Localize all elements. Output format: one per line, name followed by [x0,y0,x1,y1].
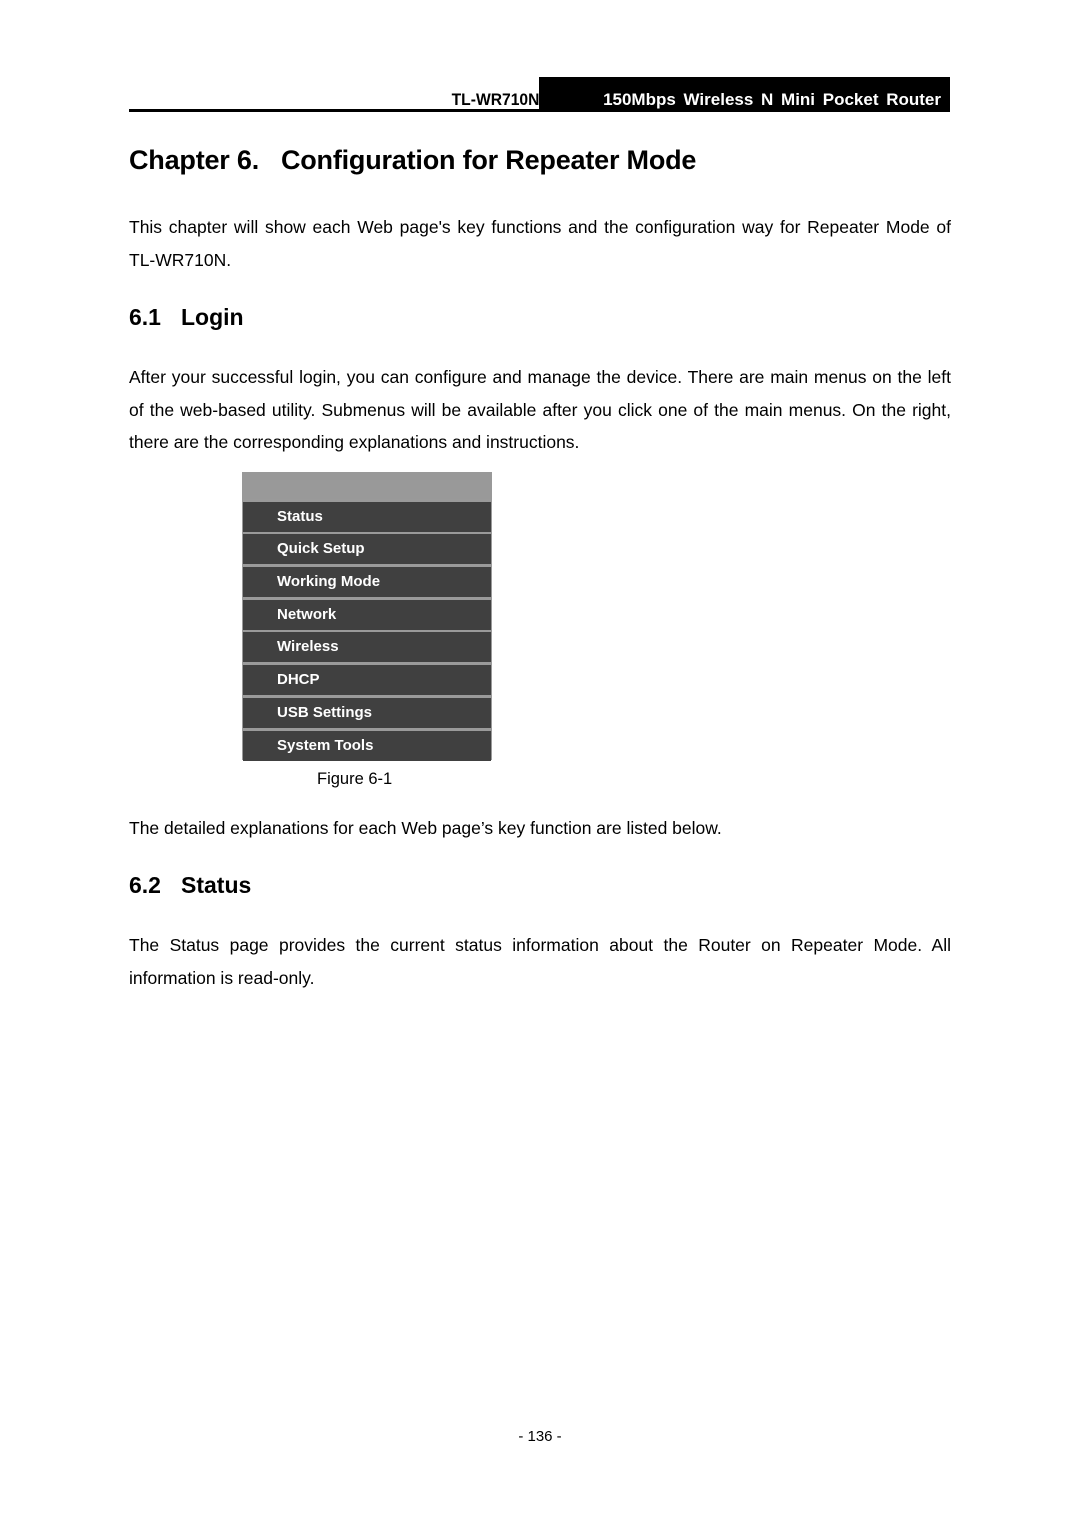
status-paragraph: The Status page provides the current sta… [129,935,951,988]
page-header: TL-WR710N 150Mbps Wireless N Mini Pocket… [129,77,950,112]
menu-item-dhcp[interactable]: DHCP [243,665,491,696]
menu-item-wireless[interactable]: Wireless [243,632,491,663]
section-title: Login [181,304,244,330]
section-title: Status [181,872,252,898]
section-number: 6.1 [129,304,161,330]
figure-caption: Figure 6-1 [317,770,393,788]
main-menu-figure: Status Quick Setup Working Mode Network … [242,472,492,761]
section-heading-login: 6.1 Login [129,304,244,331]
header-model: TL-WR710N [451,90,539,109]
menu-header-bar [242,472,492,499]
login-paragraph: After your successful login, you can con… [129,367,951,452]
page-number: - 136 - [518,1428,562,1445]
header-rule [129,109,950,112]
after-figure-paragraph: The detailed explanations for each Web p… [129,818,722,838]
menu-item-status[interactable]: Status [243,501,491,532]
header-product: 150Mbps Wireless N Mini Pocket Router [603,90,941,109]
menu-item-quick-setup[interactable]: Quick Setup [243,534,491,565]
chapter-intro: This chapter will show each Web page's k… [129,217,951,270]
header-product-box: 150Mbps Wireless N Mini Pocket Router [539,77,950,112]
section-heading-status: 6.2 Status [129,872,251,899]
chapter-title: Chapter 6. Configuration for Repeater Mo… [129,145,697,175]
menu-item-working-mode[interactable]: Working Mode [243,567,491,598]
menu-item-network[interactable]: Network [243,599,491,630]
menu-item-usb-settings[interactable]: USB Settings [243,697,491,728]
menu-item-system-tools[interactable]: System Tools [243,730,491,761]
section-number: 6.2 [129,872,161,898]
